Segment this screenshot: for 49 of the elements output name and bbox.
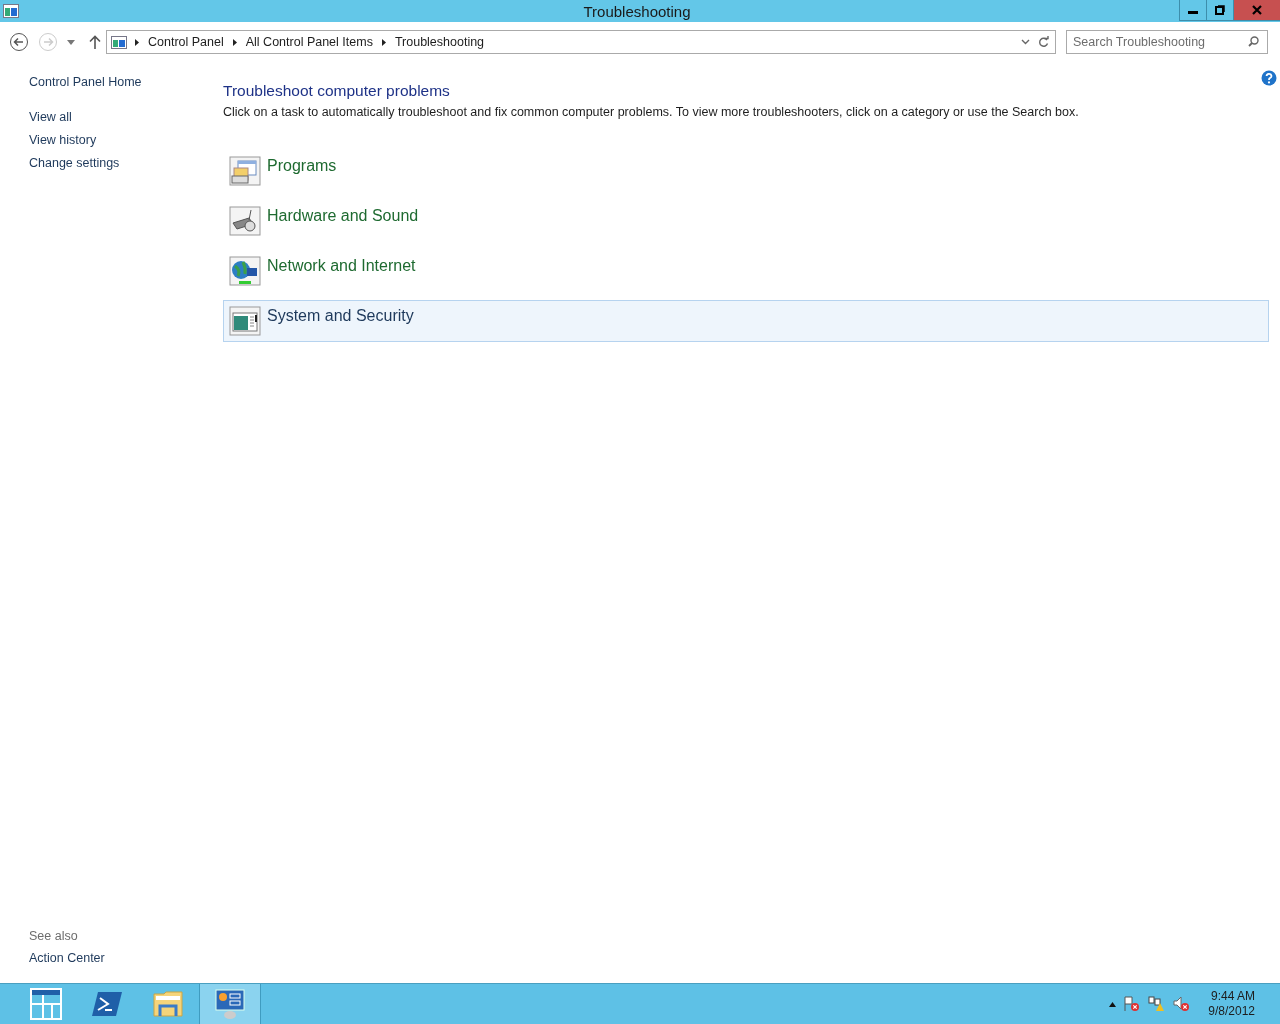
breadcrumb-item[interactable]: All Control Panel Items [245, 35, 373, 49]
start-screen-icon[interactable] [30, 988, 62, 1020]
speaker-error-icon[interactable] [1173, 996, 1192, 1012]
breadcrumb-item[interactable]: Troubleshooting [394, 35, 485, 49]
globe-icon[interactable] [229, 256, 261, 286]
clock-date[interactable]: 9/8/2012 [1208, 1004, 1255, 1019]
window-title: Troubleshooting [582, 2, 692, 20]
taskbar-button[interactable] [199, 984, 261, 1024]
breadcrumb-arrow-icon[interactable] [232, 38, 237, 46]
show-hidden-icons-arrow[interactable] [1109, 1001, 1117, 1007]
recent-pages-dropdown[interactable] [67, 39, 75, 45]
clock-time[interactable]: 9:44 AM [1210, 989, 1255, 1004]
help-icon[interactable] [1261, 70, 1277, 86]
folder-icon[interactable] [152, 988, 184, 1020]
search-field[interactable]: Search Troubleshooting [1066, 30, 1268, 54]
description-text: Click on a task to automatically troubleshoot and fix common computer problems. To view more troubleshooters, click on a category or use the Search box. [223, 105, 1080, 119]
search-icon [1248, 36, 1259, 47]
minimize-button[interactable] [1179, 0, 1206, 21]
window-icon [3, 4, 19, 18]
category-link[interactable]: Programs [267, 157, 337, 175]
close-icon[interactable] [1252, 5, 1262, 15]
category-link[interactable]: System and Security [267, 307, 414, 325]
flag-error-icon[interactable] [1123, 996, 1142, 1012]
window-panel-icon[interactable] [229, 306, 261, 336]
sidebar-link[interactable]: Control Panel Home [29, 75, 142, 90]
sidebar-link[interactable]: Change settings [29, 156, 120, 171]
close-button[interactable] [1233, 0, 1280, 21]
category-link[interactable]: Network and Internet [267, 257, 416, 275]
refresh-icon[interactable] [1038, 36, 1049, 48]
page-heading: Troubleshoot computer problems [223, 81, 451, 100]
address-bar[interactable]: Control Panel All Control Panel Items Troubleshooting [106, 30, 1056, 54]
restore-icon[interactable] [1215, 5, 1225, 15]
back-button[interactable] [9, 32, 29, 52]
see-also-heading: See also [29, 929, 78, 943]
printer-icon[interactable] [229, 206, 261, 236]
up-button[interactable] [89, 35, 101, 49]
breadcrumb-item[interactable]: Control Panel [148, 35, 224, 49]
sidebar-link[interactable]: View all [29, 110, 72, 125]
programs-window-icon[interactable] [229, 156, 261, 186]
network-warning-icon[interactable] [1148, 996, 1167, 1012]
control-panel-icon [111, 35, 127, 49]
breadcrumb-arrow-icon[interactable] [381, 38, 386, 46]
category-link[interactable]: Hardware and Sound [267, 207, 419, 225]
breadcrumb-arrow-icon[interactable] [135, 38, 139, 46]
sidebar-link[interactable]: View history [29, 133, 97, 148]
category-row[interactable]: System and Security [223, 300, 1269, 342]
control-panel-icon[interactable] [214, 988, 246, 1020]
see-also-link[interactable]: Action Center [29, 951, 105, 966]
dropdown-icon[interactable] [1021, 39, 1030, 45]
